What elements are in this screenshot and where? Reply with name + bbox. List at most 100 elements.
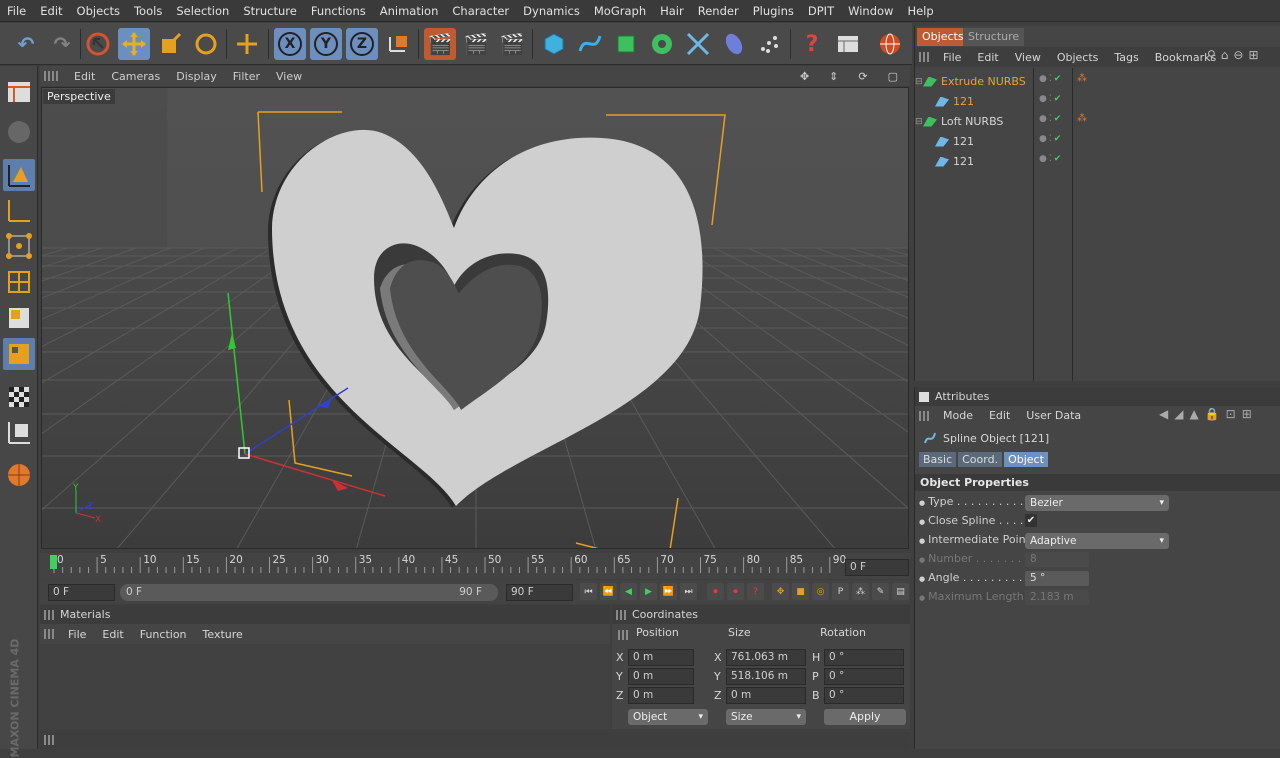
record-scale-button[interactable]: ■: [792, 583, 809, 600]
redo-button[interactable]: ↷: [46, 28, 78, 60]
prop-dropdown[interactable]: Bezier: [1025, 495, 1169, 511]
menu-dpit[interactable]: DPIT: [801, 4, 841, 18]
coordinate-system-button[interactable]: [382, 28, 414, 60]
render-view-button[interactable]: 🎬: [424, 28, 456, 60]
menu-tools[interactable]: Tools: [127, 4, 169, 18]
start-frame-field[interactable]: 0 F: [48, 584, 115, 601]
attributes-menu-mode[interactable]: Mode: [935, 409, 981, 422]
sculpt-button[interactable]: [3, 459, 35, 491]
viewport-menu-cameras[interactable]: Cameras: [103, 70, 168, 83]
goto-start-button[interactable]: ⏮: [580, 583, 597, 600]
coord-pos-field[interactable]: 0 m: [628, 668, 694, 685]
link-icon[interactable]: ⊖: [1233, 48, 1243, 62]
up-icon[interactable]: ▲: [1189, 407, 1198, 421]
menu-character[interactable]: Character: [445, 4, 516, 18]
coordinate-mode-dropdown[interactable]: Object: [628, 709, 708, 725]
object-row[interactable]: ⊟ Loft NURBS: [915, 112, 1033, 131]
keyframe-selection-button[interactable]: ?: [747, 583, 764, 600]
prop-field[interactable]: 5 °: [1025, 571, 1089, 586]
materials-menu-texture[interactable]: Texture: [195, 628, 251, 641]
coord-pos-field[interactable]: 0 m: [628, 687, 694, 704]
materials-area[interactable]: [40, 644, 610, 729]
object-axis-button[interactable]: [3, 194, 35, 226]
dolly-view-icon[interactable]: ⇕: [821, 70, 846, 83]
add-spline-button[interactable]: [574, 28, 606, 60]
scheme-button[interactable]: ▤: [892, 583, 909, 600]
layout-button[interactable]: [832, 28, 864, 60]
render-dot-icon[interactable]: ⁚: [1049, 114, 1052, 124]
object-name[interactable]: 121: [953, 95, 974, 108]
help-button[interactable]: ?: [796, 28, 828, 60]
next-frame-button[interactable]: ⏩: [660, 583, 677, 600]
current-frame-field[interactable]: 0 F: [845, 559, 909, 576]
y-axis-button[interactable]: Y: [310, 28, 342, 60]
render-picture-viewer-button[interactable]: 🎬: [460, 28, 492, 60]
coord-rot-field[interactable]: 0 °: [824, 687, 904, 704]
prop-dropdown[interactable]: Adaptive: [1025, 533, 1169, 549]
menu-window[interactable]: Window: [841, 4, 900, 18]
enabled-check-icon[interactable]: ✔: [1054, 74, 1062, 84]
objects-menu-edit[interactable]: Edit: [969, 51, 1006, 64]
tab-objects[interactable]: Objects: [917, 28, 969, 46]
rotate-button[interactable]: [190, 28, 222, 60]
object-row[interactable]: 121: [915, 92, 1033, 111]
tab-structure[interactable]: Structure: [963, 28, 1025, 46]
points-mode-button[interactable]: [3, 230, 35, 262]
tag-icon[interactable]: ⁂: [1077, 73, 1087, 84]
move-view-icon[interactable]: ✥: [792, 70, 817, 83]
menu-edit[interactable]: Edit: [33, 4, 69, 18]
visibility-dot-icon[interactable]: ●: [1039, 94, 1047, 104]
tree-expand-icon[interactable]: ⊟: [915, 117, 923, 127]
object-row[interactable]: ⊟ Extrude NURBS: [915, 72, 1033, 91]
coord-size-field[interactable]: 518.106 m: [726, 668, 806, 685]
menu-file[interactable]: File: [0, 4, 33, 18]
add-deformer-button[interactable]: [682, 28, 714, 60]
model-mode-button[interactable]: [3, 159, 35, 191]
coord-pos-field[interactable]: 0 m: [628, 649, 694, 666]
timeline[interactable]: 0 5 10 15 20 25 30 35 40 45 50 55 60 65 70 75 80 85 90 0 F: [40, 553, 910, 579]
visibility-dot-icon[interactable]: ●: [1039, 134, 1047, 144]
tree-expand-icon[interactable]: ⊟: [915, 77, 923, 87]
texture-mode-button[interactable]: [3, 381, 35, 413]
close-spline-checkbox[interactable]: ✔: [1025, 514, 1037, 527]
menu-dynamics[interactable]: Dynamics: [516, 4, 587, 18]
materials-menu-function[interactable]: Function: [132, 628, 195, 641]
menu-objects[interactable]: Objects: [70, 4, 127, 18]
make-editable-button[interactable]: [3, 116, 35, 148]
menu-mograph[interactable]: MoGraph: [587, 4, 653, 18]
menu-hair[interactable]: Hair: [653, 4, 691, 18]
render-dot-icon[interactable]: ⁚: [1049, 154, 1052, 164]
materials-menu-file[interactable]: File: [60, 628, 94, 641]
maximize-view-icon[interactable]: ▢: [880, 70, 906, 83]
search-icon[interactable]: ⚲: [1207, 48, 1216, 62]
tab-coord[interactable]: Coord.: [958, 452, 1003, 467]
object-name[interactable]: 121: [953, 155, 974, 168]
coord-rot-field[interactable]: 0 °: [824, 649, 904, 666]
menu-functions[interactable]: Functions: [304, 4, 373, 18]
visibility-dot-icon[interactable]: ●: [1039, 114, 1047, 124]
visibility-dot-icon[interactable]: ●: [1039, 74, 1047, 84]
record-rotation-button[interactable]: ◎: [812, 583, 829, 600]
object-name[interactable]: Loft NURBS: [941, 115, 1003, 128]
record-parameter-button[interactable]: P: [832, 583, 849, 600]
rotate-view-icon[interactable]: ⟳: [850, 70, 875, 83]
home-icon[interactable]: ⌂: [1221, 48, 1229, 62]
menu-help[interactable]: Help: [900, 4, 940, 18]
scale-button[interactable]: [154, 28, 186, 60]
attributes-menu-user-data[interactable]: User Data: [1018, 409, 1089, 422]
end-frame-field[interactable]: 90 F: [506, 584, 573, 601]
frame-range-slider[interactable]: 0 F 90 F: [120, 584, 498, 601]
tab-object[interactable]: Object: [1004, 452, 1048, 467]
coord-size-field[interactable]: 761.063 m: [726, 649, 806, 666]
viewport-menu-edit[interactable]: Edit: [66, 70, 103, 83]
perspective-viewport[interactable]: YZX Perspective: [41, 87, 909, 549]
back-icon[interactable]: ◀: [1159, 407, 1168, 421]
menu-render[interactable]: Render: [691, 4, 746, 18]
add-cube-button[interactable]: [538, 28, 570, 60]
record-position-button[interactable]: ✥: [772, 583, 789, 600]
object-row[interactable]: 121: [915, 152, 1033, 171]
objects-menu-file[interactable]: File: [935, 51, 969, 64]
add-array-button[interactable]: [646, 28, 678, 60]
prev-frame-button[interactable]: ⏪: [600, 583, 617, 600]
materials-menu-edit[interactable]: Edit: [94, 628, 131, 641]
